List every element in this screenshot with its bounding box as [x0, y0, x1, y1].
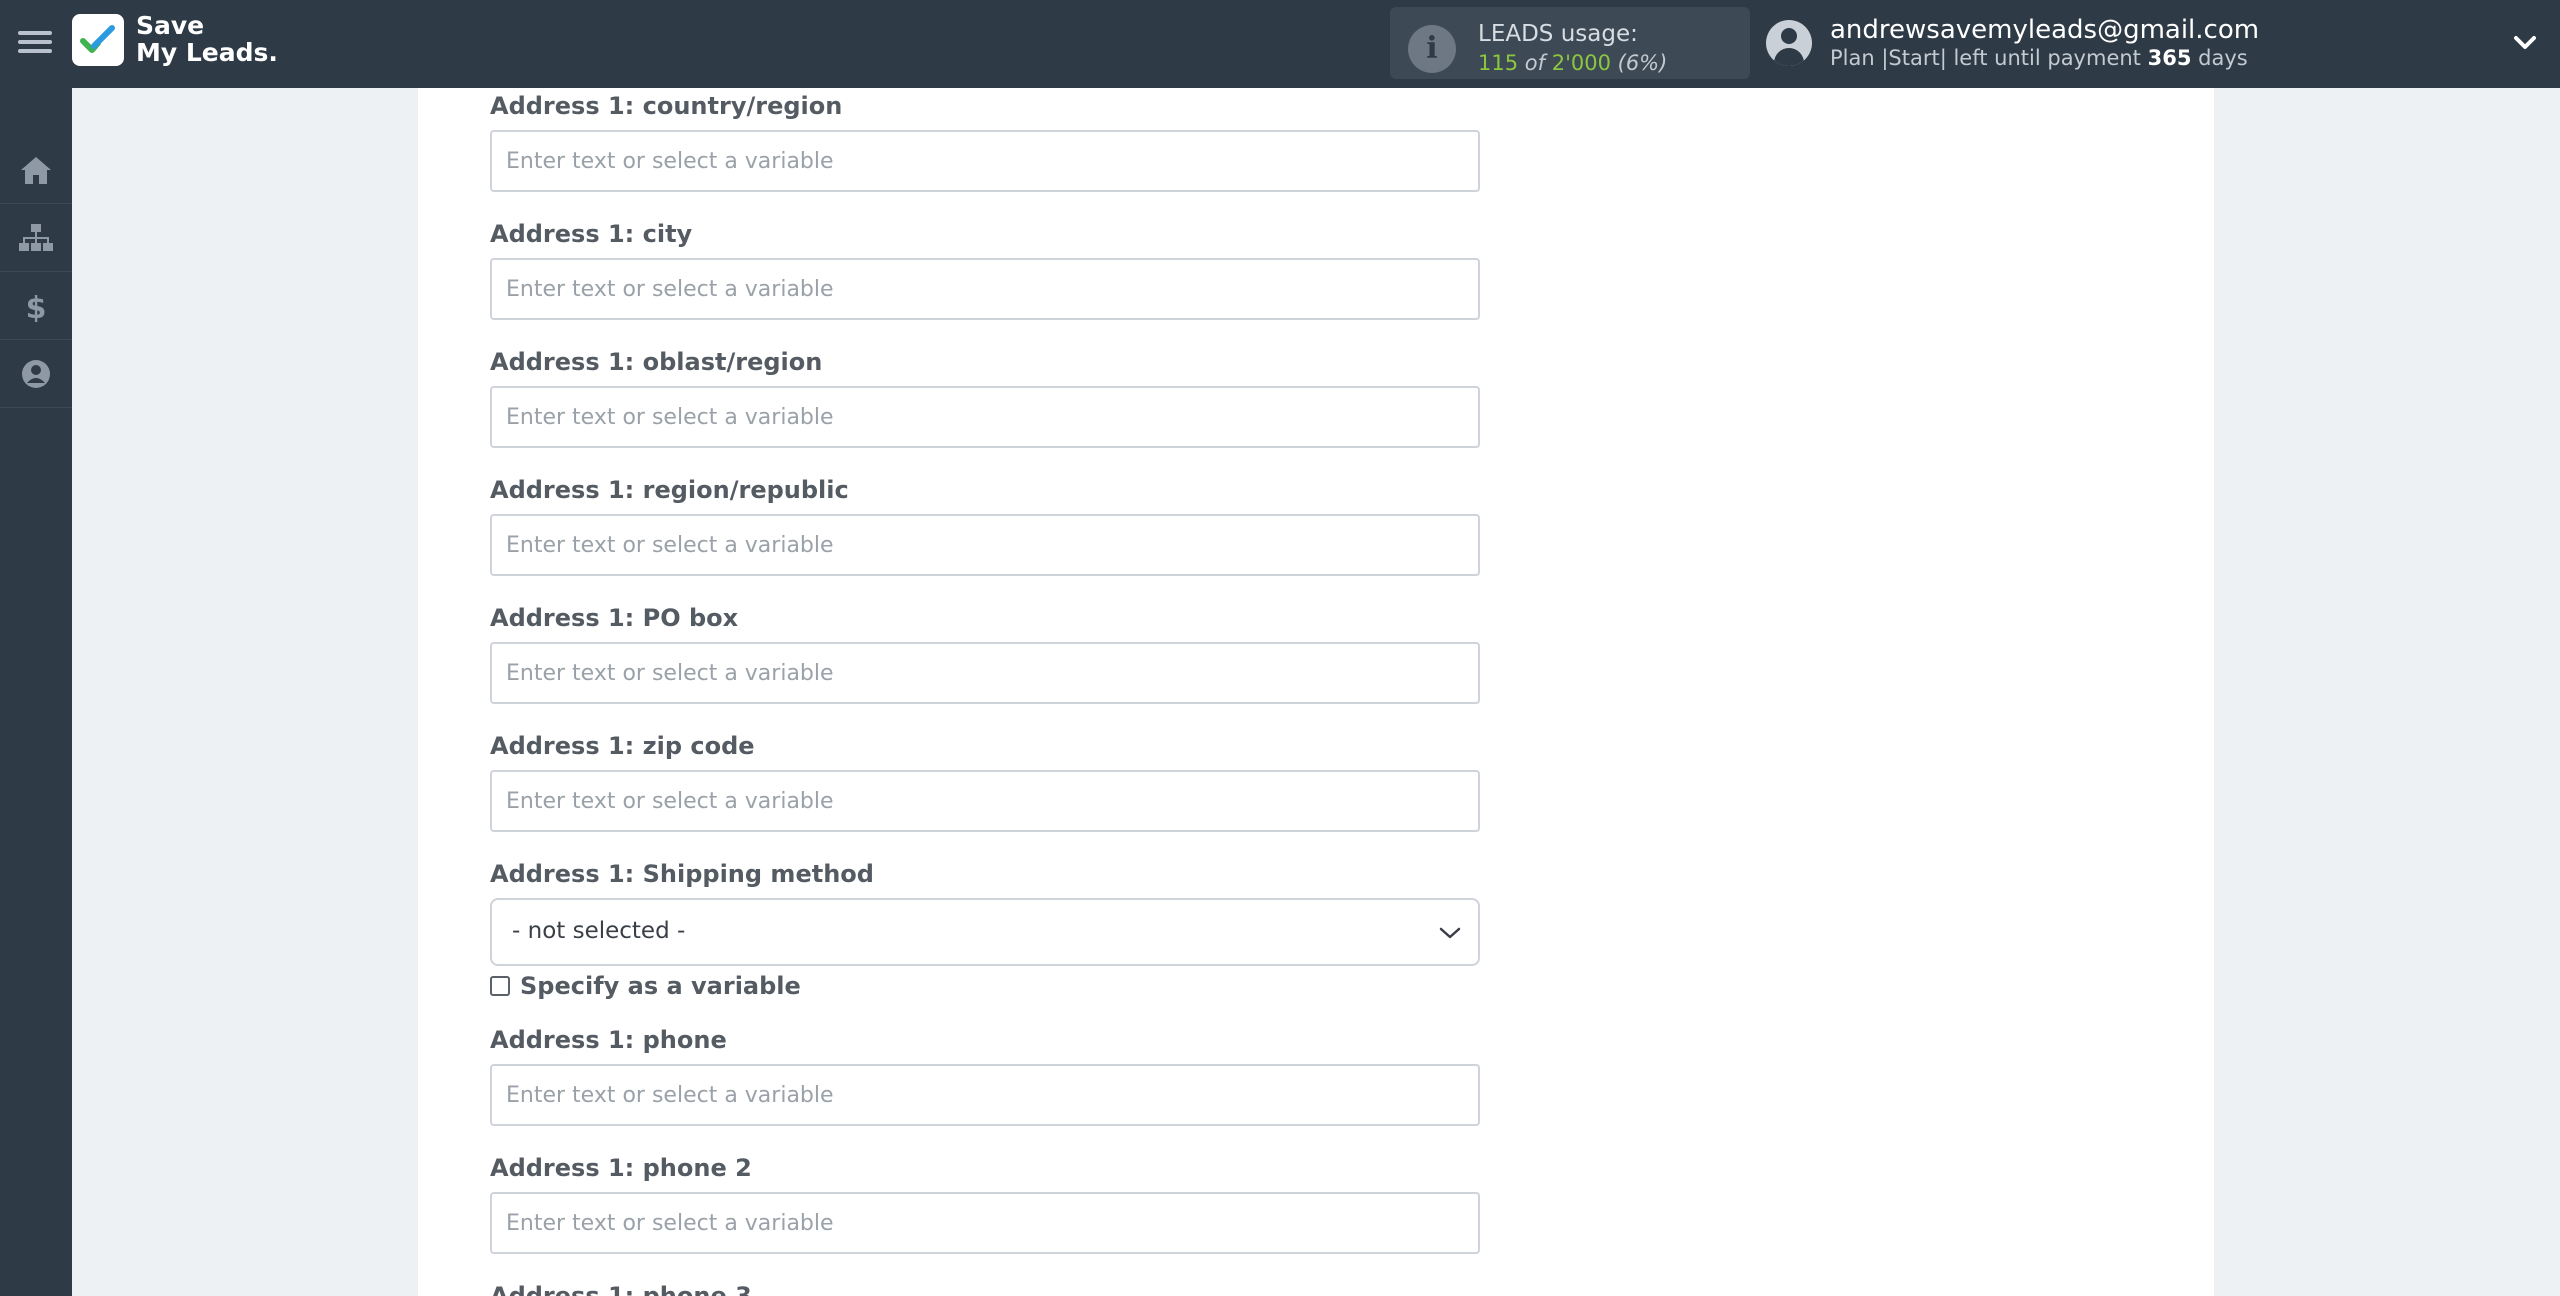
brand-line-2: My Leads. [136, 38, 278, 67]
plan-days: 365 [2147, 46, 2192, 70]
region-republic-input[interactable] [490, 514, 1480, 576]
connections-icon [19, 224, 53, 251]
oblast-region-input[interactable] [490, 386, 1480, 448]
avatar[interactable] [1766, 20, 1812, 66]
billing-dollar-icon: $ [26, 291, 47, 322]
field-label-phone-2: Address 1: phone 2 [490, 1154, 752, 1182]
plan-days-suffix: days [2198, 46, 2248, 70]
phone-2-input[interactable] [490, 1192, 1480, 1254]
field-label-po-box: Address 1: PO box [490, 604, 739, 632]
brand-line-1: Save [136, 11, 205, 40]
field-label-zip-code: Address 1: zip code [490, 732, 755, 760]
po-box-input[interactable] [490, 642, 1480, 704]
brand-name: Save My Leads. [136, 12, 278, 66]
top-bar: Save My Leads. i LEADS usage: 115 of 2'0… [0, 0, 2560, 88]
logo-check-icon [80, 25, 115, 53]
info-icon: i [1408, 25, 1456, 73]
chevron-down-icon[interactable] [2512, 30, 2538, 56]
plan-info: Plan |Start| left until payment 365 days [1830, 46, 2248, 70]
shipping-method-value: - not selected - [512, 918, 686, 944]
logo[interactable] [72, 14, 124, 66]
sidebar: $ [0, 88, 72, 1296]
phone-input[interactable] [490, 1064, 1480, 1126]
field-label-phone-3: Address 1: phone 3 [490, 1282, 752, 1296]
sidebar-item-account[interactable] [0, 340, 72, 408]
plan-prefix: Plan |Start| left until payment [1830, 46, 2141, 70]
zip-code-input[interactable] [490, 770, 1480, 832]
account-user-icon [22, 360, 50, 388]
form-panel: Address 1: country/region Address 1: cit… [418, 88, 2214, 1296]
field-label-oblast-region: Address 1: oblast/region [490, 348, 823, 376]
usage-used: 115 [1478, 51, 1519, 75]
menu-icon[interactable] [18, 26, 52, 60]
home-icon [21, 157, 51, 184]
usage-of: of [1524, 51, 1546, 75]
chevron-down-icon [1439, 927, 1461, 939]
field-label-city: Address 1: city [490, 220, 693, 248]
usage-percent: (6%) [1617, 51, 1668, 75]
account-email[interactable]: andrewsavemyleads@gmail.com [1830, 15, 2259, 45]
specify-variable-label[interactable]: Specify as a variable [520, 972, 801, 1000]
leads-usage-panel: i LEADS usage: 115 of 2'000 (6%) [1390, 7, 1750, 79]
sidebar-item-billing[interactable]: $ [0, 272, 72, 340]
shipping-method-select[interactable]: - not selected - [490, 898, 1480, 966]
specify-variable-checkbox[interactable] [490, 976, 510, 996]
usage-counter: 115 of 2'000 (6%) [1478, 51, 1667, 75]
country-region-input[interactable] [490, 130, 1480, 192]
field-label-phone: Address 1: phone [490, 1026, 727, 1054]
city-input[interactable] [490, 258, 1480, 320]
usage-total: 2'000 [1551, 51, 1611, 75]
field-label-country-region: Address 1: country/region [490, 92, 843, 120]
specify-variable-row: Specify as a variable [490, 972, 801, 1000]
field-label-region-republic: Address 1: region/republic [490, 476, 849, 504]
sidebar-item-connections[interactable] [0, 204, 72, 272]
sidebar-item-home[interactable] [0, 136, 72, 204]
field-label-shipping-method: Address 1: Shipping method [490, 860, 874, 888]
usage-title: LEADS usage: [1478, 21, 1638, 47]
svg-text:$: $ [26, 291, 47, 322]
